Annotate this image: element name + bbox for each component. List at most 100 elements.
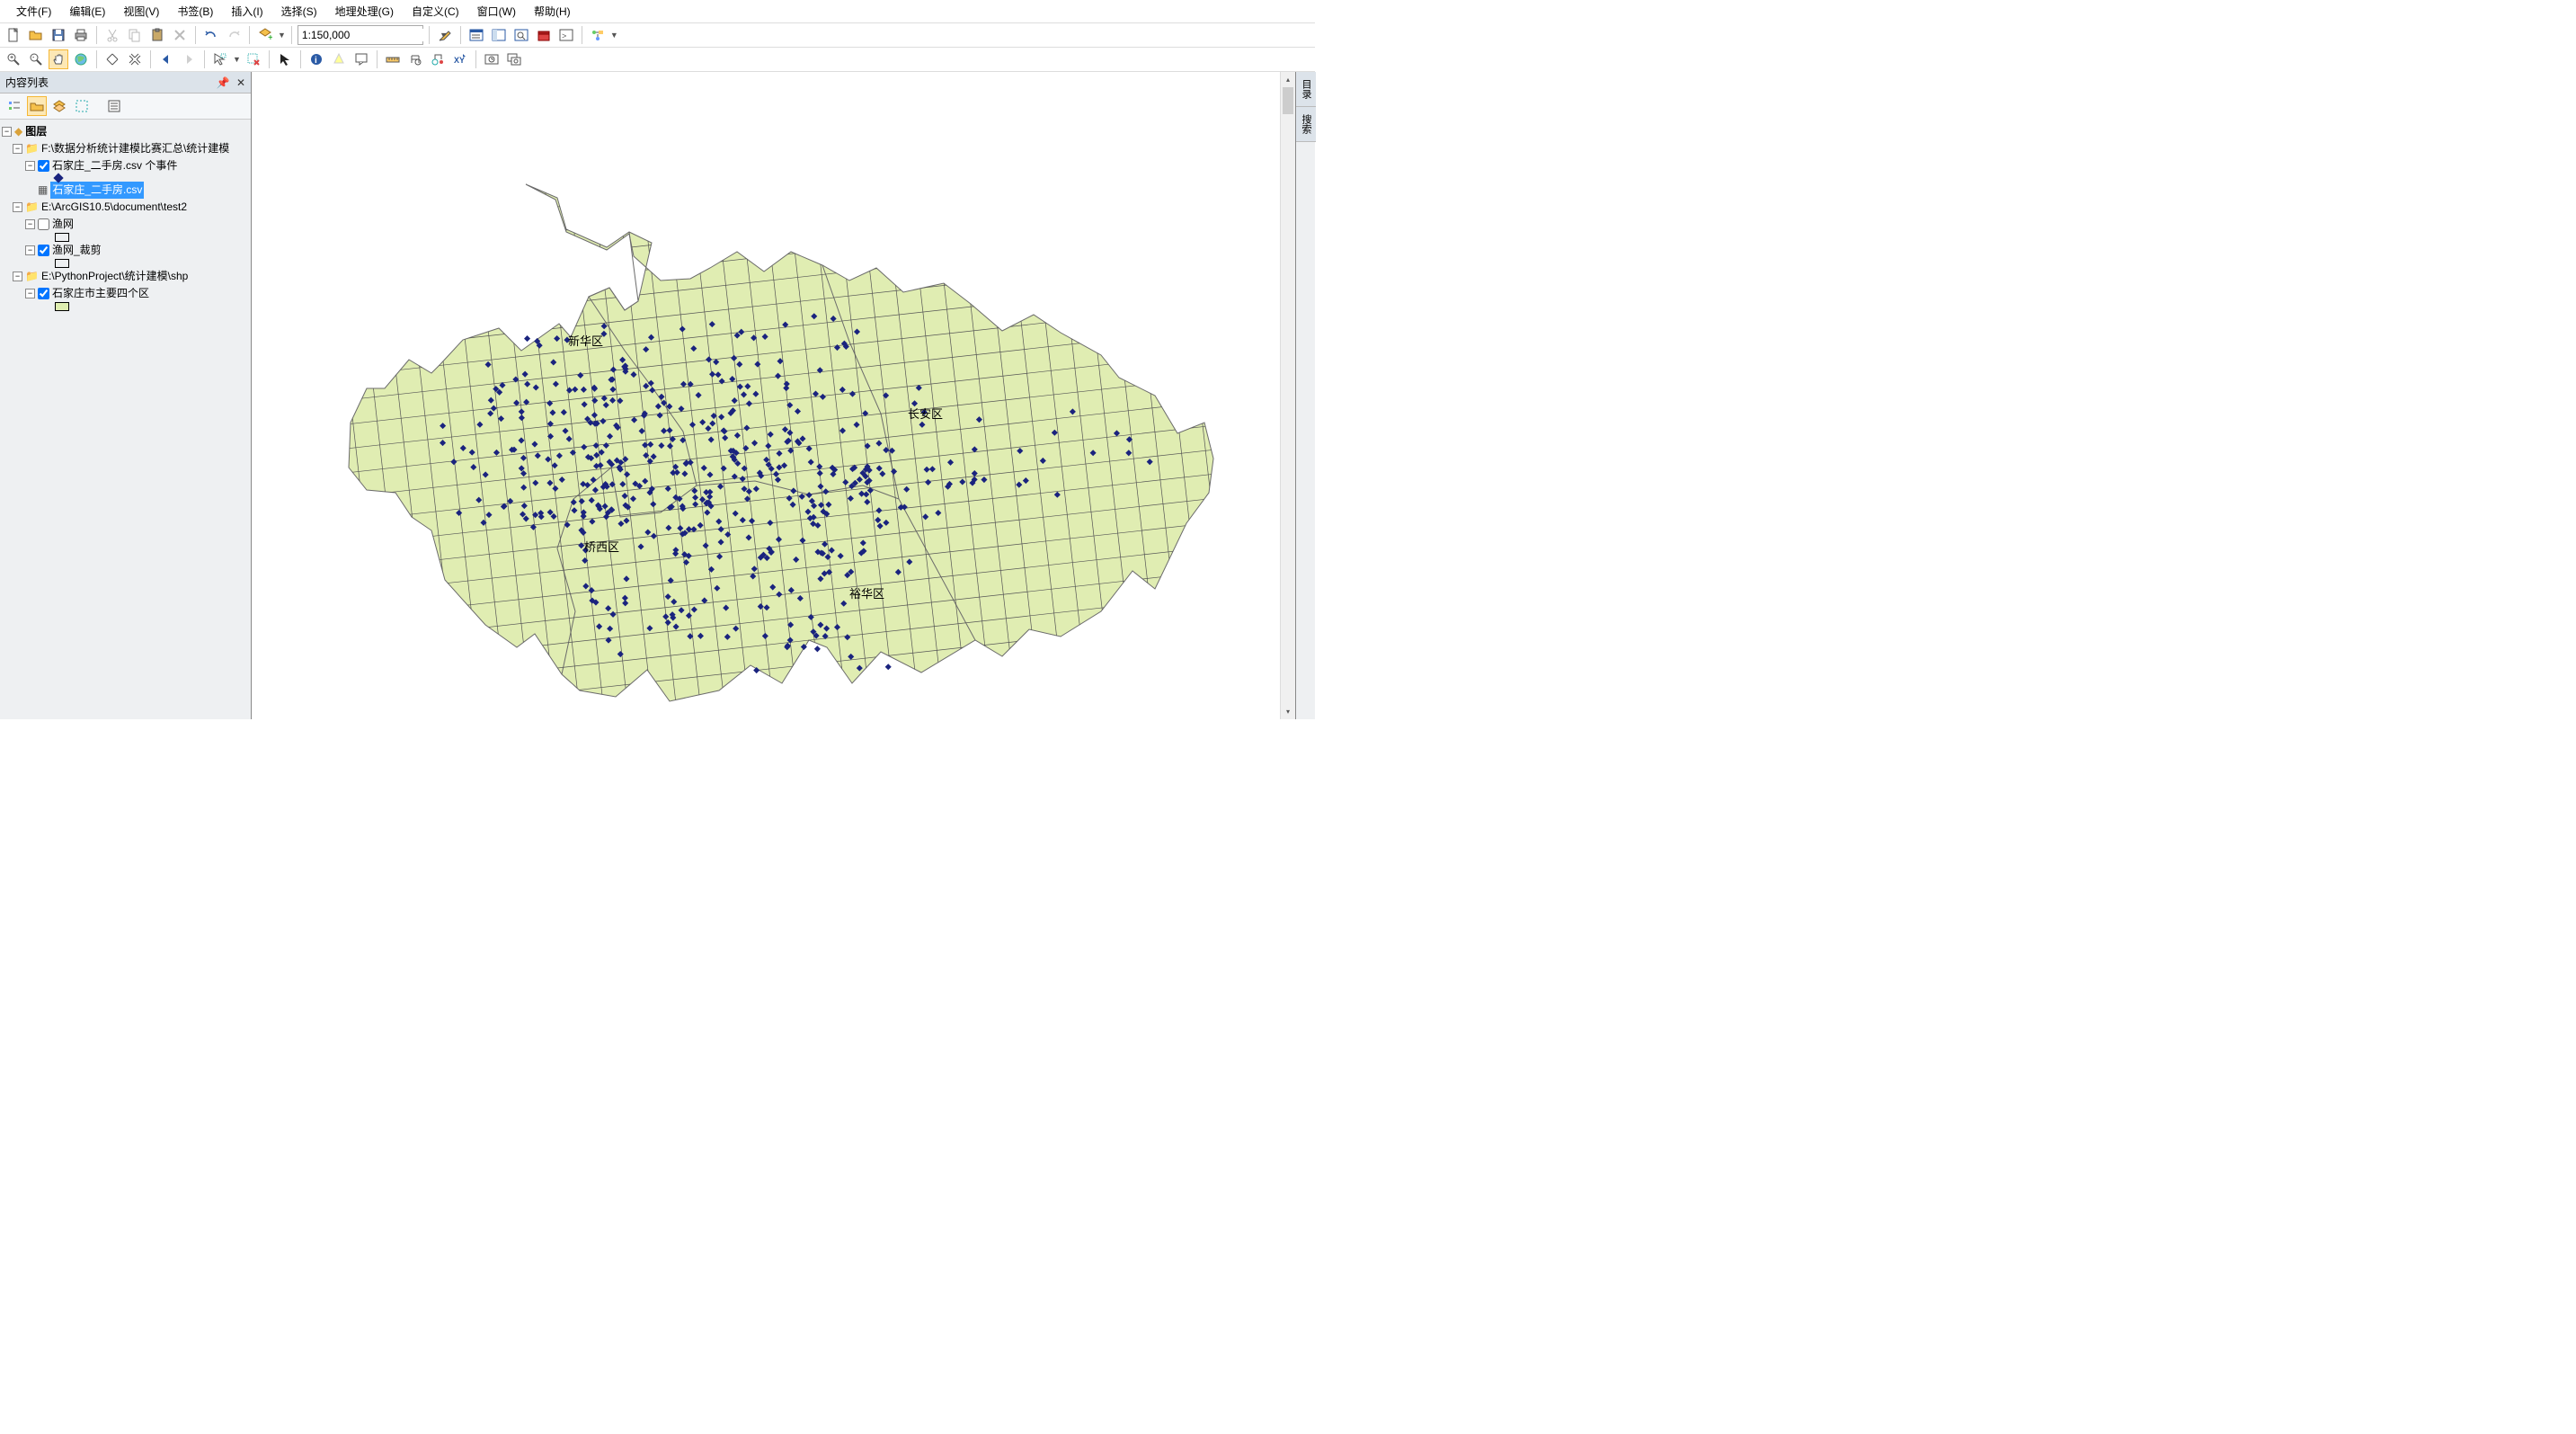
- toc-pin-icon[interactable]: 📌: [217, 76, 230, 89]
- svg-text:XY: XY: [454, 56, 465, 65]
- tree-symbol-rect[interactable]: [2, 259, 249, 268]
- expand-icon[interactable]: −: [13, 272, 22, 281]
- expand-icon[interactable]: −: [25, 245, 35, 255]
- model-builder-icon[interactable]: [588, 25, 608, 45]
- expand-icon[interactable]: −: [25, 219, 35, 229]
- cut-icon[interactable]: [102, 25, 122, 45]
- fixed-zoom-in-icon[interactable]: [102, 49, 122, 69]
- expand-icon[interactable]: −: [13, 144, 22, 154]
- html-popup-icon[interactable]: [351, 49, 371, 69]
- tree-root[interactable]: − ◆ 图层: [2, 123, 249, 140]
- scale-text-input[interactable]: [302, 29, 441, 41]
- scroll-thumb[interactable]: [1283, 87, 1293, 114]
- scroll-up-icon[interactable]: ▴: [1281, 72, 1295, 87]
- tree-frame-2[interactable]: − 📁 E:\ArcGIS10.5\document\test2: [2, 199, 249, 216]
- tree-symbol-dot[interactable]: [2, 174, 249, 182]
- redo-icon[interactable]: [224, 25, 244, 45]
- tree-frame-1[interactable]: − 📁 F:\数据分析统计建模比赛汇总\统计建模: [2, 140, 249, 157]
- layer-checkbox[interactable]: [38, 160, 49, 172]
- pan-icon[interactable]: [49, 49, 68, 69]
- tree-layer-districts[interactable]: − 石家庄市主要四个区: [2, 285, 249, 302]
- add-data-dropdown-icon[interactable]: ▼: [278, 31, 286, 40]
- menu-bookmarks[interactable]: 书签(B): [168, 2, 222, 21]
- identify-icon[interactable]: i: [306, 49, 326, 69]
- expand-icon[interactable]: −: [2, 127, 12, 137]
- tree-layer-fishnet[interactable]: − 渔网: [2, 216, 249, 233]
- copy-icon[interactable]: [125, 25, 145, 45]
- viewer-window-icon[interactable]: [504, 49, 524, 69]
- toc-options-icon[interactable]: [104, 96, 124, 116]
- menu-edit[interactable]: 编辑(E): [60, 2, 114, 21]
- folder-icon: 📁: [25, 199, 39, 216]
- menu-file[interactable]: 文件(F): [7, 2, 60, 21]
- list-by-visibility-icon[interactable]: [49, 96, 69, 116]
- expand-icon[interactable]: −: [13, 202, 22, 212]
- full-extent-icon[interactable]: [71, 49, 91, 69]
- menu-view[interactable]: 视图(V): [114, 2, 168, 21]
- goto-xy-icon[interactable]: XY: [450, 49, 470, 69]
- list-by-source-icon[interactable]: [27, 96, 47, 116]
- map-canvas[interactable]: 新华区 长安区 桥西区 裕华区 ▴ ▾: [252, 72, 1295, 719]
- zoom-out-icon[interactable]: -: [26, 49, 46, 69]
- delete-icon[interactable]: [170, 25, 190, 45]
- find-route-icon[interactable]: [428, 49, 448, 69]
- menu-window[interactable]: 窗口(W): [468, 2, 525, 21]
- list-by-selection-icon[interactable]: [72, 96, 92, 116]
- tree-frame-3[interactable]: − 📁 E:\PythonProject\统计建模\shp: [2, 268, 249, 285]
- scroll-down-icon[interactable]: ▾: [1281, 704, 1295, 719]
- toc-close-icon[interactable]: ✕: [236, 76, 245, 89]
- prev-extent-icon[interactable]: [156, 49, 176, 69]
- python-window-icon[interactable]: >_: [556, 25, 576, 45]
- tree-symbol-rect[interactable]: [2, 233, 249, 242]
- print-icon[interactable]: [71, 25, 91, 45]
- paste-icon[interactable]: [147, 25, 167, 45]
- scale-input[interactable]: ▾: [298, 25, 423, 45]
- toc-window-icon[interactable]: [466, 25, 486, 45]
- layer-events-label: 石家庄_二手房.csv 个事件: [52, 157, 177, 174]
- layer-checkbox[interactable]: [38, 245, 49, 256]
- hyperlink-icon[interactable]: [329, 49, 349, 69]
- search-tab[interactable]: 搜索: [1296, 107, 1316, 142]
- tree-layer-fishnet-clip[interactable]: − 渔网_裁剪: [2, 242, 249, 259]
- zoom-in-icon[interactable]: +: [4, 49, 23, 69]
- layer-checkbox[interactable]: [38, 218, 49, 230]
- menu-geoprocessing[interactable]: 地理处理(G): [326, 2, 403, 21]
- map-scrollbar-v[interactable]: ▴ ▾: [1280, 72, 1295, 719]
- tree-table-csv[interactable]: ▦ 石家庄_二手房.csv: [2, 182, 249, 199]
- select-dropdown-icon[interactable]: ▼: [233, 55, 241, 64]
- select-features-icon[interactable]: [210, 49, 230, 69]
- catalog-tab[interactable]: 目录: [1296, 72, 1316, 107]
- pointer-icon[interactable]: [275, 49, 295, 69]
- clear-selection-icon[interactable]: [244, 49, 263, 69]
- new-doc-icon[interactable]: [4, 25, 23, 45]
- expand-icon[interactable]: −: [25, 289, 35, 298]
- mb-dropdown-icon[interactable]: ▼: [610, 31, 618, 40]
- add-data-icon[interactable]: +: [255, 25, 275, 45]
- undo-icon[interactable]: [201, 25, 221, 45]
- time-slider-icon[interactable]: [482, 49, 502, 69]
- tree-layer-events[interactable]: − 石家庄_二手房.csv 个事件: [2, 157, 249, 174]
- toc-tree[interactable]: − ◆ 图层 − 📁 F:\数据分析统计建模比赛汇总\统计建模 − 石家庄_二手…: [0, 120, 251, 719]
- save-icon[interactable]: [49, 25, 68, 45]
- label-changan: 长安区: [908, 405, 943, 422]
- arctoolbox-icon[interactable]: [534, 25, 554, 45]
- label-qiaoxi: 桥西区: [584, 538, 619, 555]
- toc-header: 内容列表 📌 ✕: [0, 72, 251, 94]
- layer-checkbox[interactable]: [38, 288, 49, 299]
- next-extent-icon[interactable]: [179, 49, 199, 69]
- find-icon[interactable]: [405, 49, 425, 69]
- menu-insert[interactable]: 插入(I): [222, 2, 271, 21]
- menu-help[interactable]: 帮助(H): [525, 2, 580, 21]
- search-window-icon[interactable]: [511, 25, 531, 45]
- menu-select[interactable]: 选择(S): [272, 2, 326, 21]
- tree-symbol-rect-fill[interactable]: [2, 302, 249, 311]
- catalog-window-icon[interactable]: [489, 25, 509, 45]
- open-icon[interactable]: [26, 25, 46, 45]
- expand-icon[interactable]: −: [25, 161, 35, 171]
- list-by-drawing-order-icon[interactable]: [4, 96, 24, 116]
- measure-icon[interactable]: [383, 49, 403, 69]
- fixed-zoom-out-icon[interactable]: [125, 49, 145, 69]
- editor-toolbar-icon[interactable]: [435, 25, 455, 45]
- menu-customize[interactable]: 自定义(C): [403, 2, 468, 21]
- svg-text:>_: >_: [562, 31, 572, 40]
